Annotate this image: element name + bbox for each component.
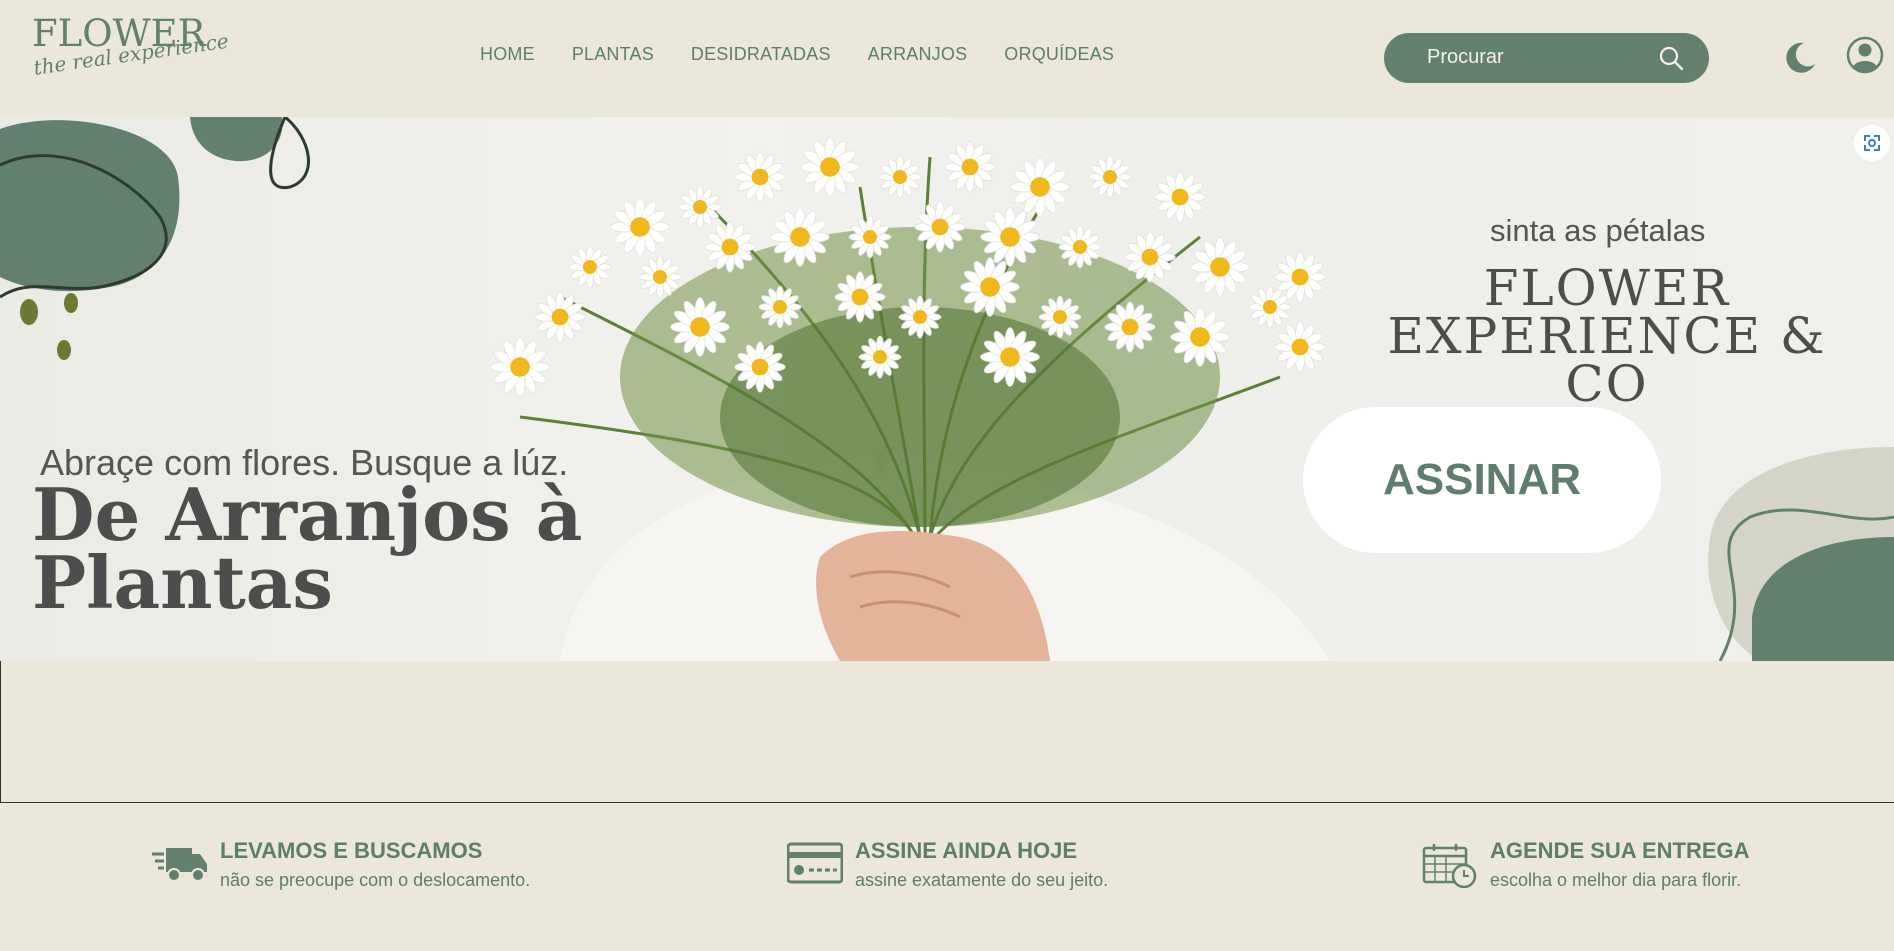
daisy-flower bbox=[1248, 285, 1292, 329]
hero-title: De Arranjos à Plantas bbox=[32, 472, 583, 625]
hero-title-line1: De Arranjos à bbox=[32, 472, 583, 557]
daisy-flower bbox=[878, 155, 922, 199]
daisy-flower bbox=[568, 245, 612, 289]
truck-icon bbox=[152, 848, 207, 882]
feature-description: escolha o melhor dia para florir. bbox=[1490, 870, 1742, 890]
daisy-flower bbox=[610, 197, 670, 257]
search-icon[interactable] bbox=[1658, 45, 1684, 71]
credit-card-icon bbox=[787, 842, 843, 884]
daisy-flower bbox=[1190, 237, 1250, 297]
daisy-flower bbox=[534, 291, 586, 343]
nav-arranjos[interactable]: ARRANJOS bbox=[868, 44, 968, 65]
daisy-flower bbox=[678, 185, 722, 229]
daisy-flower bbox=[1010, 157, 1070, 217]
user-account-icon[interactable] bbox=[1846, 36, 1884, 74]
daisy-flower bbox=[734, 151, 786, 203]
feature-description: assine exatamente do seu jeito. bbox=[855, 870, 1109, 890]
hero-brand-line2: EXPERIENCE & CO bbox=[1387, 307, 1827, 413]
daisy-flower bbox=[1274, 321, 1326, 373]
feature-title: LEVAMOS E BUSCAMOS bbox=[220, 838, 483, 863]
nav-desidratadas[interactable]: DESIDRATADAS bbox=[691, 44, 831, 65]
hero-brand: FLOWER EXPERIENCE & CO bbox=[1376, 259, 1838, 413]
calendar-clock-icon bbox=[1422, 844, 1477, 888]
nav-orquideas[interactable]: ORQUÍDEAS bbox=[1004, 44, 1114, 65]
daisy-flower bbox=[944, 141, 996, 193]
empty-content-section bbox=[0, 661, 1894, 803]
subscribe-button[interactable]: ASSINAR bbox=[1303, 407, 1661, 553]
nav-home[interactable]: HOME bbox=[480, 44, 535, 65]
scan-icon bbox=[1864, 135, 1880, 151]
site-header: FLOWER the real experience HOME PLANTAS … bbox=[0, 0, 1894, 117]
daisy-flower bbox=[1088, 155, 1132, 199]
feature-title: AGENDE SUA ENTREGA bbox=[1490, 838, 1750, 863]
daisy-flower bbox=[1154, 171, 1206, 223]
main-nav: HOME PLANTAS DESIDRATADAS ARRANJOS ORQUÍ… bbox=[480, 44, 1151, 65]
nav-plantas[interactable]: PLANTAS bbox=[572, 44, 654, 65]
feature-title: ASSINE AINDA HOJE bbox=[855, 838, 1078, 863]
image-scan-button[interactable] bbox=[1854, 125, 1890, 161]
daisy-flower bbox=[490, 337, 550, 397]
daisy-flower bbox=[800, 137, 860, 197]
site-logo[interactable]: FLOWER the real experience bbox=[30, 14, 230, 94]
search-placeholder: Procurar bbox=[1427, 46, 1504, 68]
hero-tagline: sinta as pétalas bbox=[1490, 213, 1706, 248]
dark-mode-moon-icon[interactable] bbox=[1782, 40, 1818, 76]
hero-banner: Abraçe com flores. Busque a lúz. De Arra… bbox=[0, 117, 1894, 661]
daisy-flower bbox=[1274, 251, 1326, 303]
hero-title-line2: Plantas bbox=[32, 540, 333, 625]
hero-brand-line1: FLOWER bbox=[1483, 259, 1731, 317]
feature-description: não se preocupe com o deslocamento. bbox=[220, 870, 531, 890]
search-input[interactable]: Procurar bbox=[1384, 33, 1709, 83]
